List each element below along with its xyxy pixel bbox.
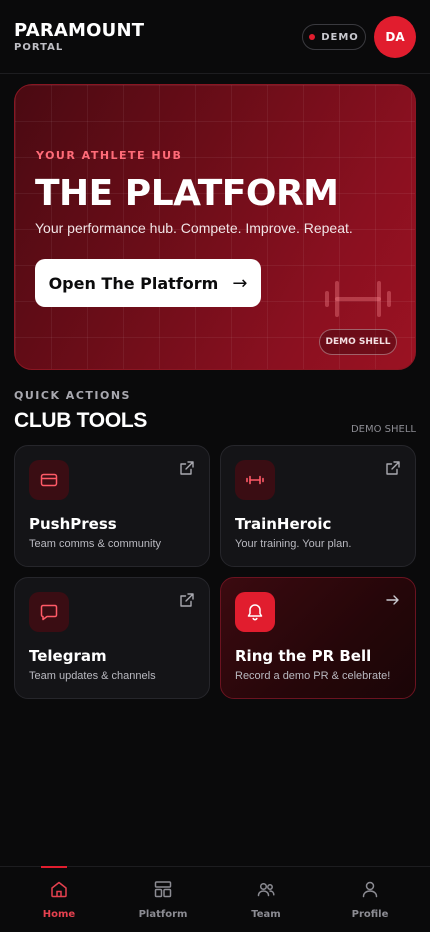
card-title: PushPress — [29, 515, 117, 533]
tool-card-pr-bell[interactable]: Ring the PR Bell Record a demo PR & cele… — [220, 577, 416, 699]
card-icon-tile — [29, 592, 69, 632]
tool-card-trainheroic[interactable]: TrainHeroic Your training. Your plan. — [220, 445, 416, 567]
platform-hero-card: YOUR ATHLETE HUB THE PLATFORM Your perfo… — [14, 84, 416, 370]
demo-badge-label: DEMO — [321, 31, 359, 43]
brand-subtitle: PORTAL — [14, 42, 64, 53]
arrow-right-icon — [386, 595, 399, 605]
card-subtitle: Record a demo PR & celebrate! — [235, 670, 391, 682]
hero-title: THE PLATFORM — [35, 173, 339, 214]
avatar[interactable]: DA — [374, 16, 416, 58]
dumbbell-icon — [325, 281, 391, 317]
layout-icon — [154, 881, 172, 898]
active-tab-indicator — [41, 866, 67, 868]
external-link-icon — [180, 461, 194, 475]
tab-label: Profile — [351, 909, 389, 920]
team-icon — [257, 882, 275, 897]
tab-label: Platform — [138, 909, 188, 920]
section-meta: DEMO SHELL — [350, 424, 416, 435]
chat-icon — [40, 604, 58, 621]
tab-platform[interactable]: Platform — [110, 867, 216, 932]
home-icon — [51, 881, 67, 898]
status-dot-icon — [309, 34, 316, 40]
dumbbell-icon — [246, 475, 264, 485]
hero-description: Your performance hub. Compete. Improve. … — [35, 220, 353, 236]
card-subtitle: Team updates & channels — [29, 670, 156, 682]
section-eyebrow: QUICK ACTIONS — [14, 389, 131, 402]
card-title: Ring the PR Bell — [235, 647, 372, 665]
tab-team[interactable]: Team — [213, 867, 319, 932]
open-platform-button[interactable]: Open The Platform → — [35, 259, 261, 307]
brand-title: PARAMOUNT — [14, 20, 145, 41]
demo-badge: DEMO — [302, 24, 366, 50]
open-platform-button-label: Open The Platform — [48, 273, 219, 293]
external-link-icon — [386, 461, 400, 475]
external-link-icon — [180, 593, 194, 607]
hero-eyebrow: YOUR ATHLETE HUB — [36, 149, 183, 162]
tab-label: Team — [251, 909, 281, 920]
tab-profile[interactable]: Profile — [317, 867, 423, 932]
app-header: PARAMOUNT PORTAL DEMO DA — [0, 0, 430, 74]
demo-shell-badge: DEMO SHELL — [319, 329, 397, 355]
tab-label: Home — [42, 909, 76, 920]
section-title: CLUB TOOLS — [14, 409, 148, 432]
tab-home[interactable]: Home — [6, 866, 112, 932]
avatar-initials: DA — [385, 30, 405, 44]
card-icon-tile — [235, 592, 275, 632]
card-icon-tile — [29, 460, 69, 500]
bottom-tab-bar: Home Platform Team Profile — [0, 866, 430, 932]
user-icon — [362, 881, 378, 898]
bell-icon — [247, 604, 263, 621]
card-subtitle: Your training. Your plan. — [235, 538, 352, 550]
card-subtitle: Team comms & community — [29, 538, 162, 550]
arrow-right-icon: → — [232, 272, 248, 294]
card-icon-tile — [235, 460, 275, 500]
tool-card-pushpress[interactable]: PushPress Team comms & community — [14, 445, 210, 567]
tool-card-telegram[interactable]: Telegram Team updates & channels — [14, 577, 210, 699]
credit-card-icon — [40, 473, 58, 487]
card-title: TrainHeroic — [235, 515, 332, 533]
card-title: Telegram — [29, 647, 107, 665]
